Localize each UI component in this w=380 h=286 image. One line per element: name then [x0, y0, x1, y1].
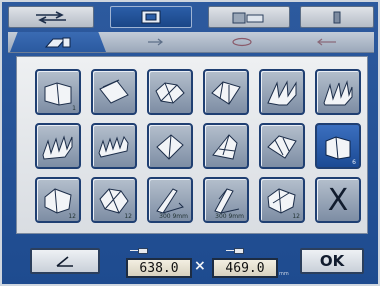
fold-index-label: 1: [72, 105, 76, 112]
half-fold-icon: [325, 136, 351, 160]
width-arrow-icon: [130, 250, 138, 251]
fold-settings-screen: 1 6 12 12 300 9mm 300 9mm 12 X 638.0 × 4…: [0, 0, 380, 286]
sub-tab-strip: [8, 32, 374, 53]
tab-fold-option-3[interactable]: [212, 32, 272, 52]
height-arrow-icon: [226, 250, 234, 251]
height-dimension-icon: [234, 248, 244, 254]
person-icon: [333, 11, 341, 24]
french-fold-icon: [99, 188, 129, 214]
width-field[interactable]: 638.0: [126, 258, 192, 278]
tab-paper-feed[interactable]: [208, 6, 290, 28]
special-fold-icon: [267, 188, 296, 214]
cancel-button[interactable]: X: [315, 177, 361, 223]
tab-folding[interactable]: [110, 6, 192, 28]
gate-fold-button[interactable]: [147, 123, 193, 169]
cross-fold-button[interactable]: [203, 123, 249, 169]
letter-fold-icon: [155, 82, 185, 104]
angle-tool-button[interactable]: [30, 248, 100, 274]
tab-fold-option-2[interactable]: [126, 32, 186, 52]
long-fold-b-button[interactable]: 300 9mm: [203, 177, 249, 223]
z-fold-button[interactable]: [203, 69, 249, 115]
half-fold-button[interactable]: 6: [315, 123, 361, 169]
width-dimension-icon: [138, 248, 148, 254]
long-fold-a-icon: [156, 188, 184, 214]
angle-icon: [56, 256, 73, 267]
z-fold-icon: [211, 81, 241, 105]
fold-type-icon: [44, 37, 71, 48]
tri-fold-button[interactable]: 12: [35, 177, 81, 223]
roll-fold-icon: [267, 135, 297, 159]
ok-label: OK: [319, 252, 345, 270]
fold-index-label: 12: [124, 213, 132, 220]
fold-index-label: 6: [352, 159, 356, 166]
unit-label: mm: [279, 271, 289, 277]
tab-finishing[interactable]: [8, 6, 94, 28]
french-fold-button[interactable]: 12: [91, 177, 137, 223]
fold-option-3-icon: [232, 37, 252, 47]
single-fold-icon: [44, 82, 72, 106]
fold-type-panel: 1 6 12 12 300 9mm 300 9mm 12 X: [16, 56, 368, 234]
sheet-fold-icon: [99, 79, 129, 104]
accordion-fold-button[interactable]: [315, 69, 361, 115]
arrows-icon: [36, 11, 66, 24]
ok-button[interactable]: OK: [300, 248, 364, 274]
letter-fold-button[interactable]: [147, 69, 193, 115]
bottom-bar: 638.0 × 469.0 mm OK: [8, 242, 374, 282]
zigzag-fold-button[interactable]: [91, 123, 137, 169]
multi-fold-icon: [42, 135, 73, 160]
fold-option-4-icon: [317, 38, 336, 46]
paper-feed-icon: [232, 12, 264, 24]
gate-fold-icon: [156, 134, 184, 160]
cross-fold-icon: [212, 134, 238, 160]
tab-fold-option-4[interactable]: [298, 32, 358, 52]
fold-index-label: 300 9mm: [215, 213, 244, 220]
tab-fold-type[interactable]: [10, 32, 106, 52]
roll-fold-button[interactable]: [259, 123, 305, 169]
times-sign: ×: [194, 258, 206, 274]
cancel-icon: X: [327, 182, 349, 218]
double-parallel-fold-icon: [267, 80, 297, 106]
fold-index-label: 300 9mm: [159, 213, 188, 220]
tab-user[interactable]: [300, 6, 374, 28]
height-value: 469.0: [225, 260, 265, 276]
double-parallel-fold-button[interactable]: [259, 69, 305, 115]
single-fold-button[interactable]: 1: [35, 69, 81, 115]
long-fold-b-icon: [214, 188, 240, 214]
sheet-fold-button[interactable]: [91, 69, 137, 115]
special-fold-button[interactable]: 12: [259, 177, 305, 223]
long-fold-a-button[interactable]: 300 9mm: [147, 177, 193, 223]
zigzag-fold-icon: [98, 135, 129, 158]
tri-fold-icon: [44, 188, 72, 214]
folder-tab-icon: [141, 10, 161, 24]
fold-option-2-icon: [148, 38, 163, 46]
multi-fold-button[interactable]: [35, 123, 81, 169]
fold-index-label: 12: [68, 213, 76, 220]
top-tab-bar: [8, 6, 374, 30]
accordion-fold-icon: [323, 80, 353, 106]
height-field[interactable]: 469.0: [212, 258, 278, 278]
fold-index-label: 12: [292, 213, 300, 220]
width-value: 638.0: [139, 260, 179, 276]
